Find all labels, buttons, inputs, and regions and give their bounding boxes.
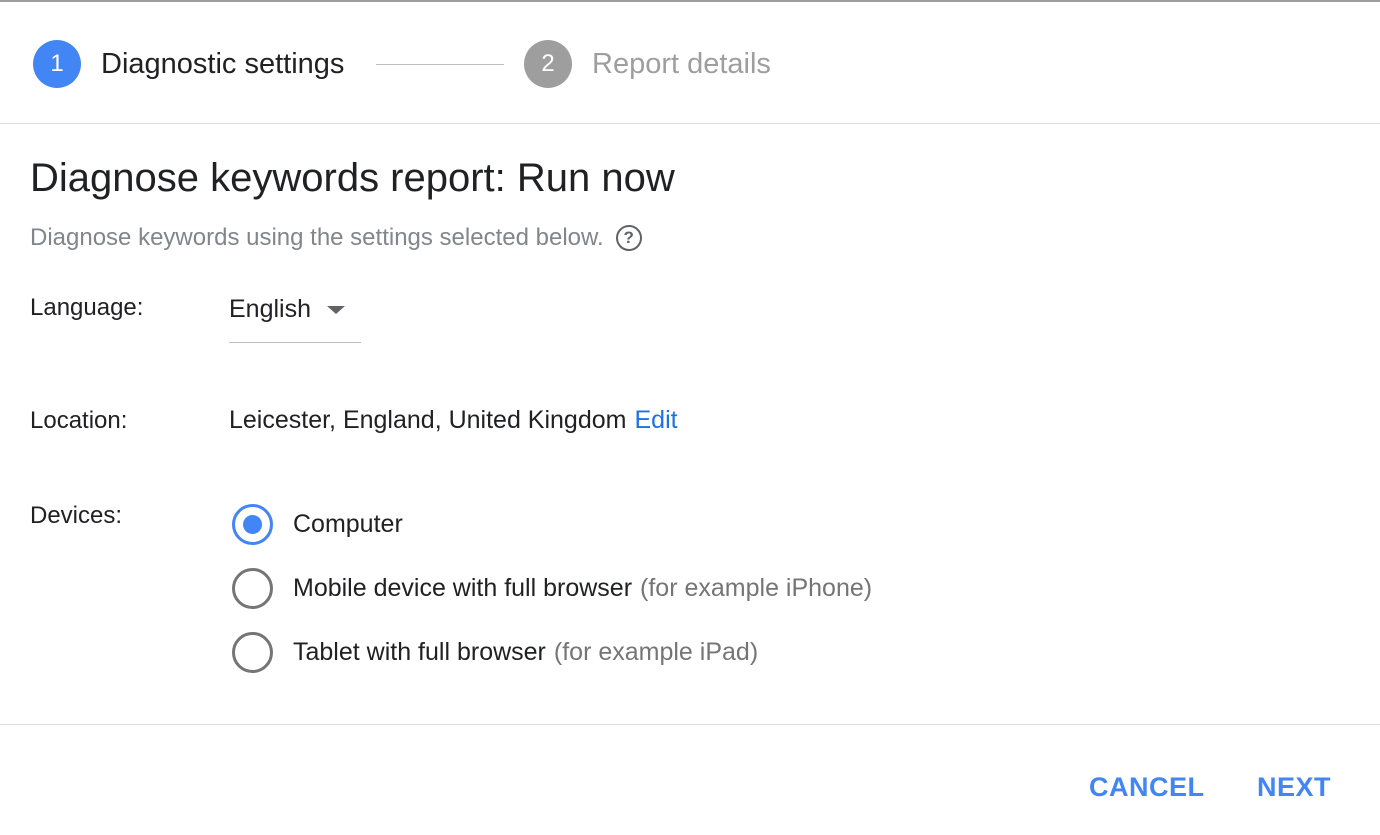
devices-label: Devices:: [30, 502, 123, 529]
radio-hint: (for example iPad): [553, 638, 759, 666]
radio-label: Tablet with full browser: [293, 638, 546, 666]
cancel-button[interactable]: CANCEL: [1089, 772, 1205, 803]
language-value: English: [229, 295, 311, 323]
radio-label: Mobile device with full browser: [293, 574, 633, 602]
location-value: Leicester, England, United Kingdom: [229, 406, 627, 434]
help-icon[interactable]: ?: [615, 225, 642, 251]
step-report-details[interactable]: 2 Report details: [524, 40, 771, 88]
step-label-1: Diagnostic settings: [101, 47, 345, 80]
radio-label: Computer: [293, 510, 403, 538]
device-option-tablet[interactable]: Tablet with full browser (for example iP…: [232, 632, 758, 673]
step-connector: [376, 64, 504, 65]
stepper: 1 Diagnostic settings 2 Report details: [0, 2, 1380, 124]
step-number-2: 2: [524, 40, 572, 88]
step-diagnostic-settings[interactable]: 1 Diagnostic settings: [33, 40, 344, 88]
location-field: Leicester, England, United Kingdom Edit: [229, 406, 678, 435]
next-button[interactable]: NEXT: [1257, 772, 1331, 803]
footer-divider: [0, 724, 1380, 725]
radio-hint: (for example iPhone): [640, 574, 873, 602]
language-label: Language:: [30, 294, 144, 321]
location-label: Location:: [30, 407, 128, 434]
edit-location-link[interactable]: Edit: [634, 406, 677, 434]
radio-mobile[interactable]: [232, 568, 273, 609]
page-title: Diagnose keywords report: Run now: [30, 156, 675, 200]
language-select[interactable]: English: [229, 292, 361, 343]
radio-computer[interactable]: [232, 504, 273, 545]
step-label-2: Report details: [592, 47, 771, 80]
device-option-mobile[interactable]: Mobile device with full browser (for exa…: [232, 568, 872, 609]
report-dialog: 1 Diagnostic settings 2 Report details D…: [0, 0, 1380, 835]
radio-tablet[interactable]: [232, 632, 273, 673]
subtitle-text: Diagnose keywords using the settings sel…: [30, 224, 604, 251]
step-number-1: 1: [33, 40, 81, 88]
chevron-down-icon: [327, 306, 345, 314]
page-subtitle: Diagnose keywords using the settings sel…: [30, 224, 642, 252]
device-option-computer[interactable]: Computer: [232, 504, 403, 545]
